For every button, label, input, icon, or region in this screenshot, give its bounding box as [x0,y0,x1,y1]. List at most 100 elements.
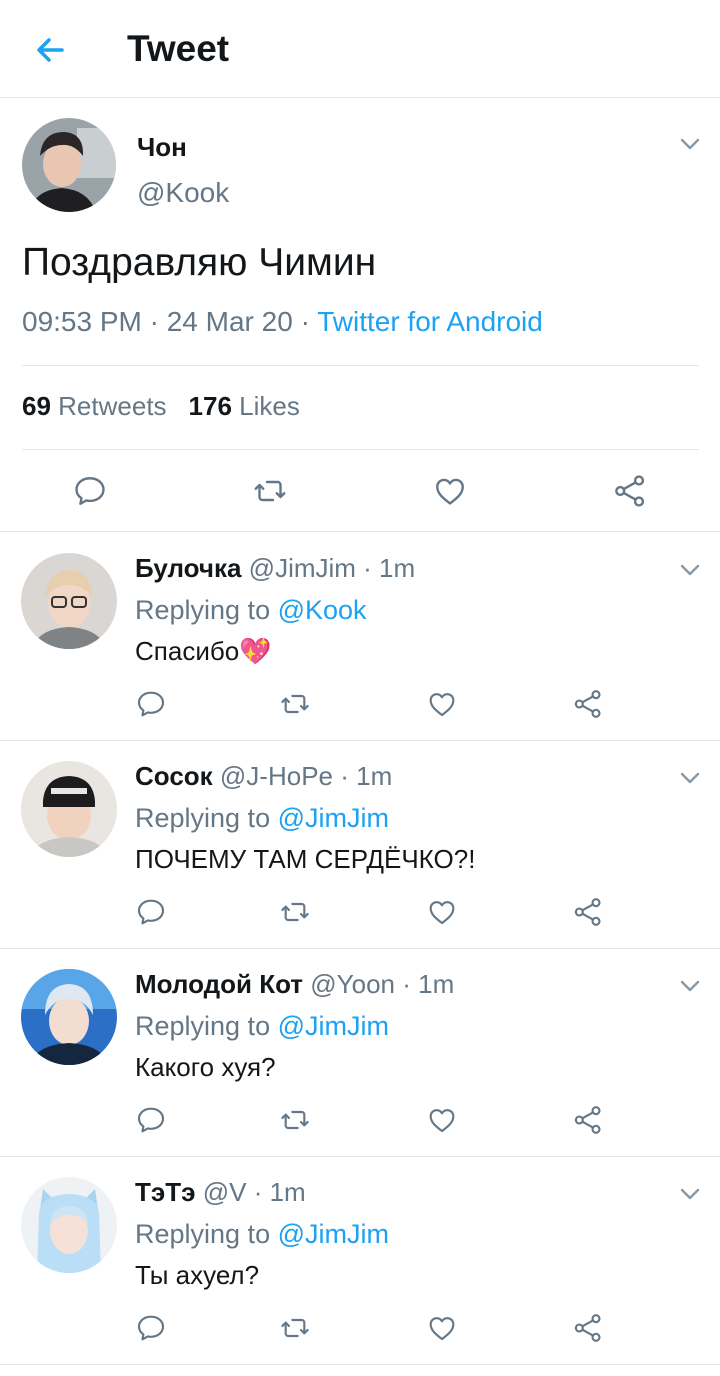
author-handle[interactable]: @JimJim [249,553,356,583]
author-name[interactable]: Сосок [135,761,213,791]
reply-tweet[interactable]: Булочка @JimJim · 1m Replying to @Kook С… [0,533,720,741]
chevron-down-icon [680,138,700,150]
sparkling-heart-emoji: 💖 [239,636,272,666]
more-options-button[interactable] [677,973,703,999]
retweet-button[interactable] [279,1104,311,1136]
reply-time: · 1m [402,969,455,999]
author-handle[interactable]: @Yoon [310,969,395,999]
reply-tweet[interactable]: ТэТэ @V · 1m Replying to @JimJim Ты ахуе… [0,1157,720,1365]
reply-actions [0,1104,720,1140]
reply-actions [0,688,720,724]
replying-to-link[interactable]: @Kook [278,595,367,625]
replying-label: Replying to [135,595,278,625]
retweet-button[interactable] [252,473,288,509]
author-handle[interactable]: @J-HoPe [220,761,333,791]
replying-to: Replying to @Kook [135,595,367,626]
like-button[interactable] [426,688,458,720]
more-options-button[interactable] [677,557,703,583]
reply-button[interactable] [135,1104,167,1136]
like-button[interactable] [432,473,468,509]
reply-text-content: Какого хуя? [135,1052,276,1082]
reply-text-content: ПОЧЕМУ ТАМ СЕРДЁЧКО?! [135,844,476,874]
reply-time: · 1m [253,1177,306,1207]
share-icon [615,475,645,507]
tweet-text: Поздравляю Чимин [22,241,377,284]
reply-tweet[interactable]: Сосок @J-HoPe · 1m Replying to @JimJim П… [0,741,720,949]
author-handle[interactable]: @V [203,1177,247,1207]
reply-button[interactable] [72,473,108,509]
retweet-icon [281,1110,309,1130]
reply-header: Сосок @J-HoPe · 1m [135,761,392,792]
retweets-label: Retweets [58,391,167,421]
author-handle[interactable]: @Kook [137,177,229,209]
back-button[interactable] [30,30,70,70]
main-tweet: Чон @Kook Поздравляю Чимин 09:53 PM · 24… [0,99,720,532]
tweet-actions [0,465,720,515]
reply-button[interactable] [135,688,167,720]
arrow-left-icon [37,38,64,62]
more-options-button[interactable] [677,765,703,791]
replying-to: Replying to @JimJim [135,1219,389,1250]
chevron-down-icon [680,1188,700,1200]
author-name[interactable]: Чон [137,132,187,163]
replying-label: Replying to [135,1219,278,1249]
reply-button[interactable] [135,896,167,928]
reply-text: Спасибо💖 [135,636,272,667]
like-button[interactable] [426,1104,458,1136]
author-name[interactable]: ТэТэ [135,1177,195,1207]
top-bar: Tweet [0,0,720,98]
retweet-button[interactable] [279,688,311,720]
retweet-button[interactable] [279,1312,311,1344]
avatar[interactable] [21,761,117,857]
retweet-button[interactable] [279,896,311,928]
reply-header: Булочка @JimJim · 1m [135,553,415,584]
share-button[interactable] [572,1312,604,1344]
retweet-icon [281,902,309,922]
avatar[interactable] [22,118,116,212]
chevron-down-icon [680,772,700,784]
replying-to-link[interactable]: @JimJim [278,1011,389,1041]
more-options-button[interactable] [677,131,703,157]
chevron-down-icon [680,980,700,992]
share-button[interactable] [572,688,604,720]
share-icon [574,1314,601,1342]
like-button[interactable] [426,1312,458,1344]
tweet-source-link[interactable]: Twitter for Android [317,306,543,337]
replying-to-link[interactable]: @JimJim [278,1219,389,1249]
comment-icon [137,691,165,717]
reply-actions [0,1312,720,1348]
retweets-stat[interactable]: 69 Retweets [22,391,167,421]
heart-icon [429,693,455,717]
likes-label: Likes [239,391,300,421]
retweet-icon [281,694,309,714]
reply-header: ТэТэ @V · 1m [135,1177,306,1208]
avatar[interactable] [21,553,117,649]
divider [22,365,699,366]
share-button[interactable] [572,1104,604,1136]
reply-text: Какого хуя? [135,1052,276,1083]
comment-icon [137,1107,165,1133]
heart-icon [429,1317,455,1341]
share-button[interactable] [572,896,604,928]
share-icon [574,690,601,718]
reply-time: · 1m [340,761,393,791]
avatar[interactable] [21,1177,117,1273]
tweet-meta: 09:53 PM · 24 Mar 20 · Twitter for Andro… [22,306,543,338]
reply-button[interactable] [135,1312,167,1344]
share-icon [574,1106,601,1134]
avatar[interactable] [21,969,117,1065]
author-name[interactable]: Булочка [135,553,241,583]
chevron-down-icon [680,564,700,576]
reply-tweet[interactable]: Молодой Кот @Yoon · 1m Replying to @JimJ… [0,949,720,1157]
author-name[interactable]: Молодой Кот [135,969,303,999]
tweet-stats: 69 Retweets 176 Likes [22,391,300,422]
share-button[interactable] [612,473,648,509]
reply-time: · 1m [363,553,416,583]
more-options-button[interactable] [677,1181,703,1207]
likes-stat[interactable]: 176 Likes [189,391,300,421]
replying-to-link[interactable]: @JimJim [278,803,389,833]
comment-icon [137,899,165,925]
replying-label: Replying to [135,1011,278,1041]
likes-count: 176 [188,391,232,421]
like-button[interactable] [426,896,458,928]
